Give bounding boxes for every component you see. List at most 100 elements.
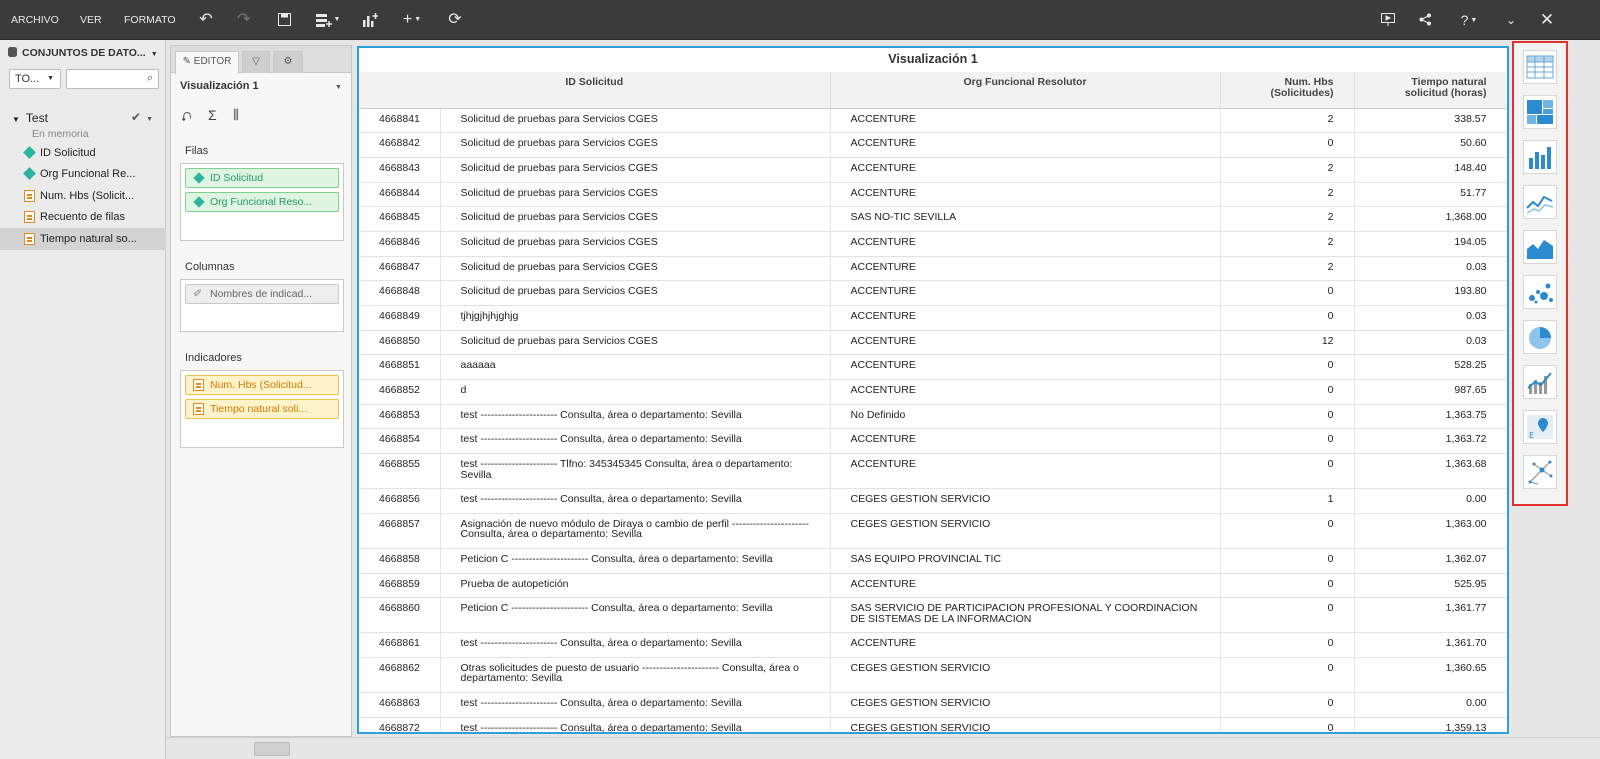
- check-icon[interactable]: ✔ ▼: [131, 110, 153, 124]
- cell-num-hbs: 0: [1220, 692, 1355, 718]
- cell-id: 4668849: [359, 305, 441, 331]
- menu-ver[interactable]: VER: [80, 0, 102, 40]
- pie-chart-icon[interactable]: [1523, 320, 1557, 354]
- table-row[interactable]: 4668842 Solicitud de pruebas para Servici…: [359, 132, 1507, 158]
- cell-description: Otras solicitudes de puesto de usuario -…: [440, 657, 831, 693]
- table-body: 4668841 Solicitud de pruebas para Servici…: [359, 108, 1507, 732]
- field-tiempo-natural[interactable]: Tiempo natural so...: [0, 228, 166, 250]
- column-header-tiempo[interactable]: Tiempo natural solicitud (horas): [1354, 72, 1507, 109]
- dataset-filter-select[interactable]: TO... ▼: [9, 69, 61, 89]
- column-header-num-hbs[interactable]: Num. Hbs (Solicitudes): [1220, 72, 1355, 109]
- table-icon[interactable]: [1523, 50, 1557, 84]
- table-row[interactable]: 4668851 aaaaaa ACCENTURE 0 528.25: [359, 354, 1507, 381]
- visualization-canvas[interactable]: Visualización 1 ID Solicitud Org Funcion…: [357, 46, 1509, 734]
- table-row[interactable]: 4668844 Solicitud de pruebas para Servici…: [359, 182, 1507, 208]
- row-chip-org-funcional[interactable]: Org Funcional Reso...: [185, 192, 339, 212]
- field-label: ID Solicitud: [40, 147, 96, 159]
- table-row[interactable]: 4668850 Solicitud de pruebas para Servici…: [359, 330, 1507, 356]
- map-icon[interactable]: E: [1523, 410, 1557, 444]
- presentation-icon[interactable]: [1377, 0, 1399, 40]
- rows-well[interactable]: ID Solicitud Org Funcional Reso...: [180, 163, 344, 241]
- area-chart-icon[interactable]: [1523, 230, 1557, 264]
- table-row[interactable]: 4668861 test ---------------------- Consu…: [359, 632, 1507, 658]
- cell-id: 4668848: [359, 280, 441, 306]
- line-chart-icon[interactable]: [1523, 185, 1557, 219]
- bar-chart-icon[interactable]: [1523, 140, 1557, 174]
- treemap-icon[interactable]: [1523, 95, 1557, 129]
- table-row[interactable]: 4668859 Prueba de autopetición ACCENTURE 0 5…: [359, 573, 1507, 599]
- tab-editor[interactable]: ✎ EDITOR: [175, 51, 239, 74]
- table-row[interactable]: 4668856 test ---------------------- Consu…: [359, 488, 1507, 514]
- chip-label: Tiempo natural soli...: [210, 403, 308, 415]
- table-row[interactable]: 4668860 Peticion C ----------------------…: [359, 597, 1507, 634]
- table-row[interactable]: 4668843 Solicitud de pruebas para Servici…: [359, 157, 1507, 183]
- undo-icon[interactable]: ↶: [194, 0, 218, 40]
- share-icon[interactable]: [1414, 0, 1436, 40]
- cell-num-hbs: 0: [1220, 717, 1355, 732]
- table-row[interactable]: 4668849 tjhjgjhjhjghjg ACCENTURE 0 0.03: [359, 305, 1507, 331]
- table-row[interactable]: 4668858 Peticion C ----------------------…: [359, 548, 1507, 574]
- sigma-icon[interactable]: Σ: [208, 107, 217, 123]
- dataset-search-input[interactable]: ⌕: [66, 69, 159, 89]
- field-org-funcional[interactable]: Org Funcional Re...: [0, 163, 166, 185]
- cell-num-hbs: 0: [1220, 632, 1355, 658]
- bottom-bar: [166, 737, 1600, 759]
- tab-settings[interactable]: ⚙: [273, 51, 303, 73]
- ind-chip-tiempo-natural[interactable]: Tiempo natural soli...: [185, 399, 339, 419]
- cell-tiempo: 1,361.77: [1354, 597, 1507, 634]
- add-icon[interactable]: + ▼: [398, 0, 426, 40]
- viz-name[interactable]: Visualización 1: [180, 80, 259, 92]
- table-row[interactable]: 4668863 test ---------------------- Consu…: [359, 692, 1507, 718]
- redo-icon[interactable]: ↷: [232, 0, 256, 40]
- help-icon[interactable]: ? ▼: [1455, 0, 1483, 40]
- col-chip-measure-names[interactable]: ✐ Nombres de indicad...: [185, 284, 339, 304]
- column-header-id[interactable]: ID Solicitud: [359, 72, 831, 109]
- table-row[interactable]: 4668862 Otras solicitudes de puesto de us…: [359, 657, 1507, 693]
- table-row[interactable]: 4668857 Asignación de nuevo módulo de Dir…: [359, 513, 1507, 549]
- menu-archivo[interactable]: ARCHIVO: [11, 0, 59, 40]
- table-row[interactable]: 4668841 Solicitud de pruebas para Servici…: [359, 108, 1507, 134]
- scatter-icon[interactable]: [1523, 275, 1557, 309]
- table-row[interactable]: 4668846 Solicitud de pruebas para Servici…: [359, 231, 1507, 257]
- table-row[interactable]: 4668845 Solicitud de pruebas para Servici…: [359, 206, 1507, 232]
- table-row[interactable]: 4668854 test ---------------------- Consu…: [359, 428, 1507, 455]
- field-recuento-filas[interactable]: Recuento de filas: [0, 206, 166, 228]
- close-icon[interactable]: ✕: [1536, 0, 1558, 40]
- field-id-solicitud[interactable]: ID Solicitud: [0, 142, 166, 164]
- table-row[interactable]: 4668872 test ---------------------- Consu…: [359, 717, 1507, 732]
- cell-num-hbs: 2: [1220, 182, 1355, 208]
- combo-chart-icon[interactable]: [1523, 365, 1557, 399]
- ind-chip-num-hbs[interactable]: Num. Hbs (Solicitud...: [185, 375, 339, 395]
- row-chip-id-solicitud[interactable]: ID Solicitud: [185, 168, 339, 188]
- pivot-icon[interactable]: ⮏: [181, 108, 191, 130]
- chevron-down-icon[interactable]: ▼: [335, 84, 342, 91]
- table-row[interactable]: 4668855 test ---------------------- Tlfno…: [359, 453, 1507, 490]
- refresh-icon[interactable]: ⟳: [443, 0, 467, 40]
- chart-options-icon[interactable]: ⫼: [233, 107, 239, 123]
- collapse-icon[interactable]: ⌄: [1500, 0, 1522, 40]
- attribute-icon: [193, 196, 205, 208]
- field-num-hbs[interactable]: Num. Hbs (Solicit...: [0, 185, 166, 207]
- table-row[interactable]: 4668852 d ACCENTURE 0 987.65: [359, 379, 1507, 405]
- table-row[interactable]: 4668848 Solicitud de pruebas para Servici…: [359, 280, 1507, 306]
- table-row[interactable]: 4668847 Solicitud de pruebas para Servici…: [359, 256, 1507, 282]
- column-header-org[interactable]: Org Funcional Resolutor: [830, 72, 1221, 109]
- cell-id: 4668863: [359, 692, 441, 718]
- indicators-well[interactable]: Num. Hbs (Solicitud... Tiempo natural so…: [180, 370, 344, 448]
- dataset-group-test[interactable]: ▼ Test: [12, 111, 48, 125]
- scroll-handle[interactable]: [254, 742, 290, 756]
- datasets-header[interactable]: CONJUNTOS DE DATO... ▼: [8, 47, 158, 59]
- pivot-table: ID Solicitud Org Funcional Resolutor Num…: [359, 72, 1507, 732]
- add-dataset-icon[interactable]: ▼: [312, 0, 344, 40]
- columns-well[interactable]: ✐ Nombres de indicad...: [180, 279, 344, 332]
- tab-filter[interactable]: ▽: [242, 51, 270, 73]
- cell-id: 4668857: [359, 513, 441, 549]
- tag-icon: ✐: [193, 288, 203, 300]
- add-visualization-icon[interactable]: [358, 0, 382, 40]
- cell-description: Peticion C ---------------------- Consul…: [440, 597, 831, 634]
- save-icon[interactable]: [272, 0, 296, 40]
- network-icon[interactable]: [1523, 455, 1557, 489]
- table-row[interactable]: 4668853 test ---------------------- Consu…: [359, 404, 1507, 430]
- gear-icon: ⚙: [283, 56, 293, 67]
- menu-formato[interactable]: FORMATO: [124, 0, 176, 40]
